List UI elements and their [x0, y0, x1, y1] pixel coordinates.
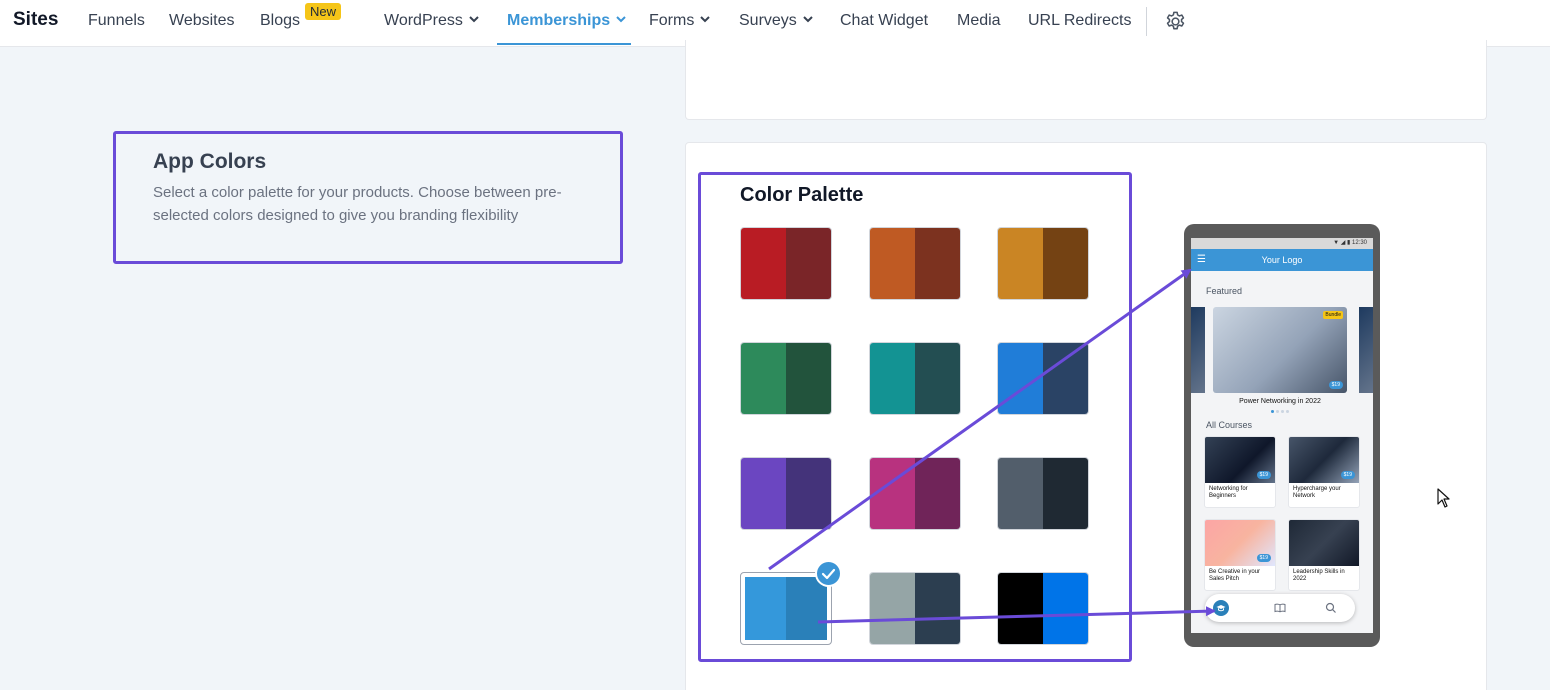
app-bar: ☰ Your Logo — [1191, 249, 1373, 271]
palette-title: Color Palette — [740, 184, 864, 206]
swatch-secondary-color — [915, 458, 960, 529]
swatch-secondary-color — [786, 343, 831, 414]
course-name: Networking for Beginners — [1209, 486, 1248, 499]
featured-course-name: Power Networking in 2022 — [1239, 398, 1321, 405]
swatch-primary-color — [998, 343, 1043, 414]
price-badge: $19 — [1256, 554, 1271, 562]
color-swatch[interactable] — [740, 342, 832, 415]
featured-prev-card — [1191, 307, 1205, 393]
status-time: 12:30 — [1351, 240, 1367, 246]
course-name: Hypercharge your Network — [1293, 486, 1341, 499]
active-tab-indicator — [497, 43, 631, 45]
bottom-nav — [1205, 594, 1355, 622]
price-badge: $19 — [1340, 471, 1355, 479]
graduation-cap-icon — [1213, 600, 1229, 616]
swatch-primary-color — [741, 228, 786, 299]
swatch-primary-color — [870, 343, 915, 414]
nav-wordpress[interactable]: WordPress — [384, 12, 479, 46]
phone-preview: ▼ ◢ ▮ 12:30 ☰ Your Logo Featured Bundle … — [1184, 224, 1380, 647]
color-swatch[interactable] — [997, 342, 1089, 415]
swatch-primary-color — [998, 458, 1043, 529]
swatch-primary-color — [741, 458, 786, 529]
swatch-secondary-color — [915, 343, 960, 414]
swatch-primary-color — [998, 573, 1043, 644]
swatch-secondary-color — [786, 577, 827, 640]
swatch-secondary-color — [915, 573, 960, 644]
signal-icon: ▼ ◢ ▮ — [1333, 240, 1352, 246]
status-bar: ▼ ◢ ▮ 12:30 — [1191, 238, 1373, 249]
gear-icon[interactable] — [1164, 10, 1187, 33]
search-icon — [1325, 602, 1336, 613]
menu-icon: ☰ — [1197, 254, 1206, 265]
mouse-cursor-icon — [1437, 488, 1450, 508]
swatch-secondary-color — [915, 228, 960, 299]
swatch-secondary-color — [786, 458, 831, 529]
app-colors-section: App Colors Select a color palette for yo… — [113, 131, 623, 264]
all-courses-label: All Courses — [1206, 420, 1253, 430]
chevron-down-icon — [616, 16, 626, 23]
swatch-primary-color — [998, 228, 1043, 299]
course-image: $19 — [1289, 437, 1359, 483]
color-swatch[interactable] — [740, 227, 832, 300]
swatch-primary-color — [870, 573, 915, 644]
nav-wordpress-label: WordPress — [384, 12, 463, 29]
color-swatch[interactable] — [997, 457, 1089, 530]
price-badge: $19 — [1328, 381, 1343, 389]
settings-card-above — [685, 40, 1487, 120]
nav-forms-label: Forms — [649, 12, 695, 29]
course-name: Be Creative in your Sales Pitch — [1209, 569, 1261, 582]
phone-screen: ▼ ◢ ▮ 12:30 ☰ Your Logo Featured Bundle … — [1191, 238, 1373, 633]
color-swatch[interactable] — [997, 572, 1089, 645]
swatch-primary-color — [745, 577, 786, 640]
course-card: Leadership Skills in 2022 — [1288, 519, 1360, 591]
nav-funnels[interactable]: Funnels — [88, 12, 145, 46]
nav-surveys-label: Surveys — [739, 12, 797, 29]
color-swatch[interactable] — [869, 342, 961, 415]
course-image: $19 — [1205, 520, 1275, 566]
chevron-down-icon — [469, 16, 479, 23]
brand-title: Sites — [13, 9, 59, 30]
swatch-primary-color — [741, 343, 786, 414]
nav-websites[interactable]: Websites — [169, 12, 235, 46]
nav-divider — [1146, 7, 1147, 36]
bundle-badge: Bundle — [1323, 311, 1343, 319]
course-image — [1289, 520, 1359, 566]
price-badge: $19 — [1256, 471, 1271, 479]
swatch-secondary-color — [1043, 343, 1088, 414]
color-swatch[interactable] — [869, 457, 961, 530]
app-logo-text: Your Logo — [1261, 255, 1303, 265]
carousel-dots — [1271, 410, 1291, 413]
swatch-secondary-color — [786, 228, 831, 299]
chevron-down-icon — [803, 16, 813, 23]
swatch-primary-color — [870, 458, 915, 529]
course-card: $19 Be Creative in your Sales Pitch — [1204, 519, 1276, 591]
course-image: $19 — [1205, 437, 1275, 483]
swatch-secondary-color — [1043, 458, 1088, 529]
featured-next-card — [1359, 307, 1373, 393]
selected-check-icon — [815, 560, 842, 587]
app-colors-title: App Colors — [153, 150, 267, 173]
course-card: $19 Networking for Beginners — [1204, 436, 1276, 508]
chevron-down-icon — [700, 16, 711, 23]
swatch-primary-color — [870, 228, 915, 299]
swatch-secondary-color — [1043, 228, 1088, 299]
color-swatch[interactable] — [869, 227, 961, 300]
course-name: Leadership Skills in 2022 — [1293, 569, 1345, 582]
book-icon — [1274, 603, 1286, 613]
color-swatch[interactable] — [740, 457, 832, 530]
featured-label: Featured — [1206, 286, 1243, 296]
nav-blogs[interactable]: Blogs — [260, 12, 300, 46]
course-card: $19 Hypercharge your Network — [1288, 436, 1360, 508]
app-colors-description: Select a color palette for your products… — [153, 184, 562, 224]
swatch-secondary-color — [1043, 573, 1088, 644]
nav-memberships-label: Memberships — [507, 12, 611, 29]
featured-course-card: Bundle $19 — [1213, 307, 1347, 393]
new-badge: New — [305, 3, 342, 20]
color-swatch[interactable] — [869, 572, 961, 645]
nav-memberships[interactable]: Memberships — [507, 12, 626, 46]
color-swatch[interactable] — [997, 227, 1089, 300]
